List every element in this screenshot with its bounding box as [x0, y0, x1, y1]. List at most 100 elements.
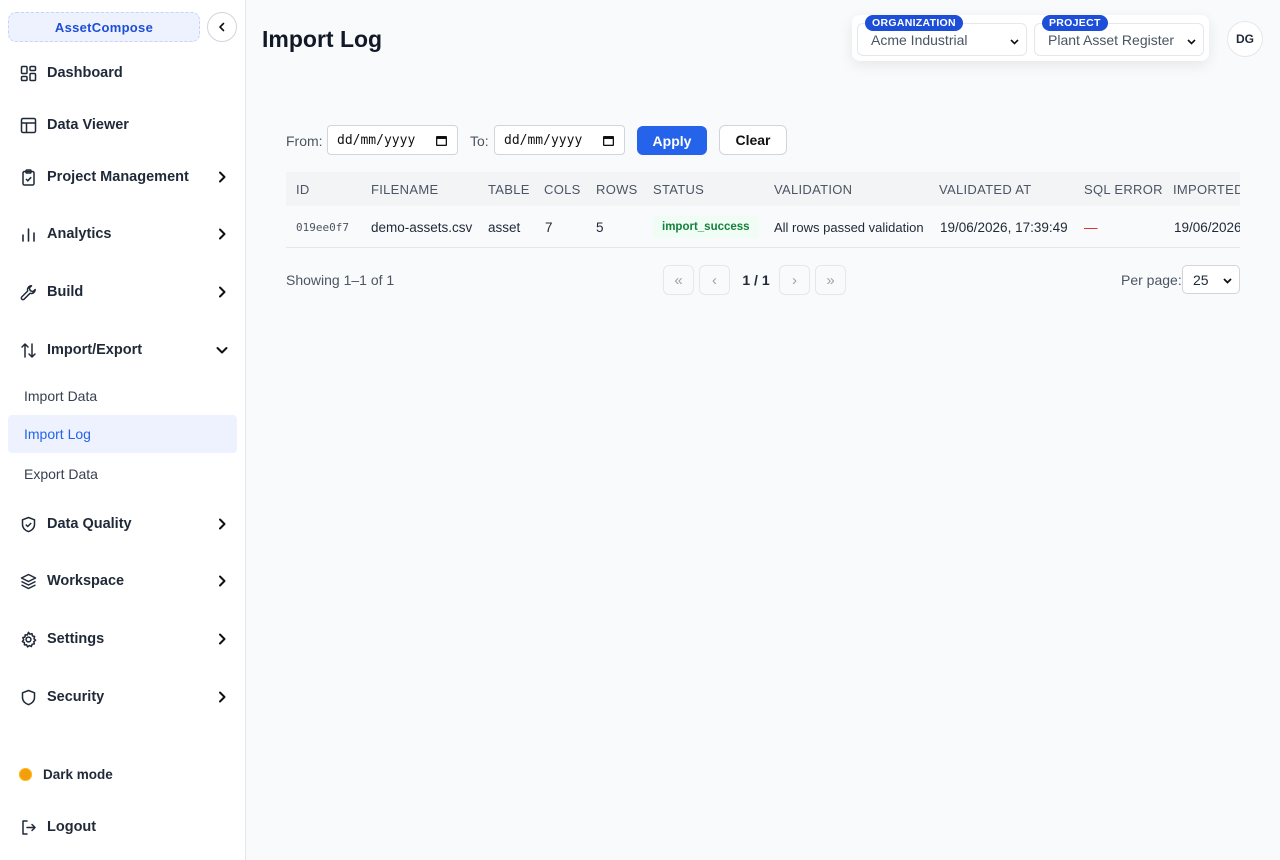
column-header[interactable]: FILENAME — [371, 182, 438, 197]
chevron-left-icon — [219, 22, 225, 32]
chevron-down-icon — [216, 347, 228, 354]
column-header[interactable]: IMPORTED — [1173, 182, 1240, 197]
layers-icon — [19, 572, 37, 590]
sidebar-subitem-import-log[interactable]: Import Log — [8, 415, 237, 453]
dashboard-icon — [19, 64, 37, 82]
column-header[interactable]: STATUS — [653, 182, 704, 197]
avatar[interactable]: DG — [1227, 21, 1263, 57]
cell-id: 019ee0f7 — [296, 221, 349, 234]
logout-icon — [19, 818, 37, 836]
to-label: To: — [470, 133, 489, 149]
shield-icon — [19, 688, 37, 706]
from-date-placeholder: dd/mm/yyyy — [337, 132, 416, 148]
per-page-select[interactable]: 25 — [1182, 265, 1240, 294]
per-page-value: 25 — [1193, 271, 1209, 288]
next-page-button[interactable]: › — [779, 265, 810, 295]
wrench-icon — [19, 283, 37, 301]
collapse-sidebar-button[interactable] — [207, 12, 237, 42]
dark-mode-toggle[interactable]: Dark mode — [8, 758, 113, 790]
cell-cols: 7 — [545, 220, 553, 235]
calendar-icon — [436, 136, 447, 146]
sidebar-item-label: Data Viewer — [47, 117, 129, 133]
page-title: Import Log — [262, 26, 383, 52]
table-row[interactable]: 019ee0f7 demo-assets.csv asset 7 5 impor… — [286, 206, 1240, 248]
chevron-right-icon — [219, 286, 226, 298]
project-label: PROJECT — [1042, 15, 1108, 31]
bar-chart-icon — [19, 225, 37, 243]
to-date-input[interactable]: dd/mm/yyyy — [494, 125, 625, 155]
table-icon — [19, 116, 37, 134]
from-label: From: — [286, 133, 323, 149]
column-header[interactable]: COLS — [544, 182, 581, 197]
last-page-button[interactable]: » — [815, 265, 846, 295]
chevron-right-icon — [219, 228, 226, 240]
table-header: ID FILENAME TABLE COLS ROWS STATUS VALID… — [286, 172, 1240, 206]
clear-button[interactable]: Clear — [719, 125, 787, 155]
brand-logo[interactable]: AssetCompose — [8, 12, 200, 42]
column-header[interactable]: ID — [296, 182, 310, 197]
chevron-right-icon — [219, 633, 226, 645]
sidebar-item-label: Security — [47, 689, 105, 705]
column-header[interactable]: VALIDATED AT — [939, 182, 1031, 197]
cell-imported: 19/06/2026 — [1174, 220, 1240, 235]
cell-sql-error: — — [1084, 220, 1098, 235]
shield-check-icon — [19, 515, 37, 533]
import-log-table: ID FILENAME TABLE COLS ROWS STATUS VALID… — [286, 172, 1240, 248]
sidebar-item-data-quality[interactable]: Data Quality — [8, 506, 238, 542]
to-date-placeholder: dd/mm/yyyy — [504, 132, 583, 148]
sidebar-item-label: Build — [47, 284, 84, 300]
prev-page-button[interactable]: ‹ — [699, 265, 730, 295]
chevron-down-icon — [1223, 278, 1232, 284]
cell-validated-at: 19/06/2026, 17:39:49 — [940, 220, 1068, 235]
cell-filename: demo-assets.csv — [371, 220, 473, 235]
sidebar-item-label: Workspace — [47, 573, 125, 589]
arrows-up-down-icon — [19, 341, 37, 359]
sidebar-item-label: Analytics — [47, 226, 112, 242]
sidebar-subitem-import-data[interactable]: Import Data — [8, 377, 237, 415]
sidebar-item-import-export[interactable]: Import/Export — [8, 332, 238, 368]
organization-label: ORGANIZATION — [865, 15, 963, 31]
column-header[interactable]: VALIDATION — [774, 182, 852, 197]
logout-button[interactable]: Logout — [8, 809, 238, 845]
from-date-input[interactable]: dd/mm/yyyy — [327, 125, 458, 155]
sidebar-item-build[interactable]: Build — [8, 274, 238, 310]
project-value: Plant Asset Register — [1048, 31, 1175, 48]
cell-rows: 5 — [596, 220, 604, 235]
sidebar-item-analytics[interactable]: Analytics — [8, 216, 238, 252]
page-indicator: 1 / 1 — [742, 272, 770, 288]
sidebar-item-workspace[interactable]: Workspace — [8, 563, 238, 599]
sidebar-subitem-export-data[interactable]: Export Data — [8, 455, 237, 493]
per-page-label: Per page: — [1121, 272, 1182, 288]
organization-value: Acme Industrial — [871, 31, 968, 48]
logout-label: Logout — [47, 819, 97, 835]
sun-icon — [19, 767, 32, 781]
dark-mode-label: Dark mode — [43, 766, 113, 782]
sidebar-item-security[interactable]: Security — [8, 679, 238, 715]
chevron-down-icon — [1010, 39, 1019, 45]
sidebar-item-label: Data Quality — [47, 516, 132, 532]
apply-button[interactable]: Apply — [637, 126, 707, 155]
column-header[interactable]: TABLE — [488, 182, 530, 197]
sidebar-item-dashboard[interactable]: Dashboard — [8, 55, 238, 91]
sidebar-item-label: Project Management — [47, 169, 189, 185]
context-switcher: Acme Industrial ORGANIZATION Plant Asset… — [852, 15, 1209, 61]
clipboard-icon — [19, 168, 37, 186]
chevron-right-icon — [219, 518, 226, 530]
sidebar-item-label: Import/Export — [47, 342, 143, 358]
status-badge: import_success — [653, 216, 759, 238]
column-header[interactable]: ROWS — [596, 182, 638, 197]
column-header[interactable]: SQL ERROR — [1084, 182, 1163, 197]
sidebar-item-label: Settings — [47, 631, 105, 647]
calendar-icon — [603, 136, 614, 146]
sidebar-item-label: Dashboard — [47, 65, 123, 81]
chevron-right-icon — [219, 691, 226, 703]
sidebar-item-settings[interactable]: Settings — [8, 621, 238, 657]
sidebar-item-data-viewer[interactable]: Data Viewer — [8, 107, 238, 143]
cell-table: asset — [488, 220, 521, 235]
sidebar-item-project-management[interactable]: Project Management — [8, 159, 238, 195]
gear-icon — [19, 630, 37, 648]
chevron-right-icon — [219, 575, 226, 587]
showing-count: Showing 1–1 of 1 — [286, 272, 395, 288]
chevron-right-icon — [219, 171, 226, 183]
first-page-button[interactable]: « — [663, 265, 694, 295]
